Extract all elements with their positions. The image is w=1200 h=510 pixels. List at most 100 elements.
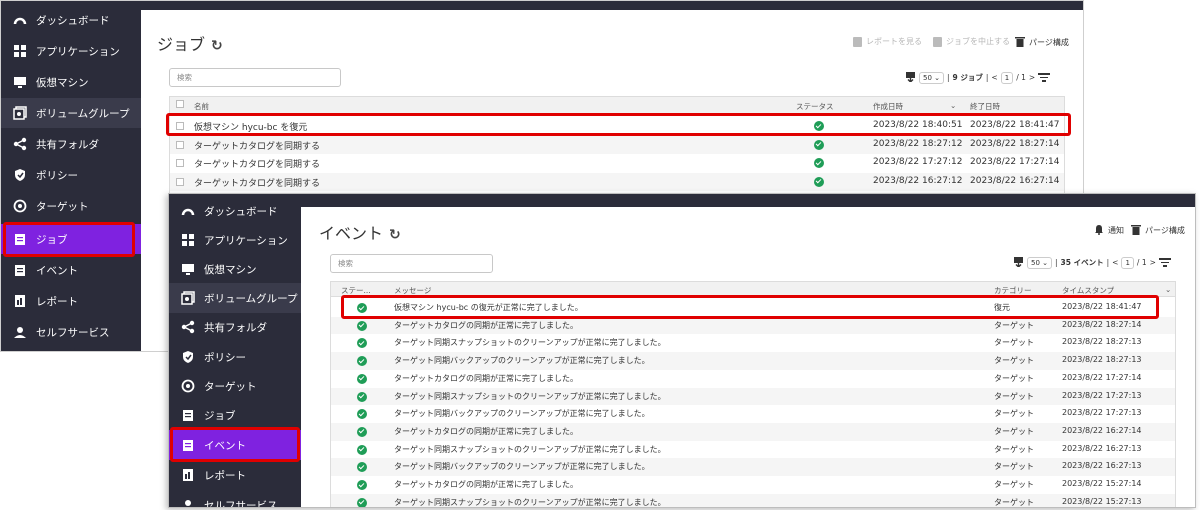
export-icon[interactable] — [1013, 256, 1024, 269]
filter-icon[interactable] — [1038, 73, 1051, 82]
sidebar-item-dashboard[interactable]: ダッシュボード — [1, 5, 141, 35]
sidebar-item-share[interactable]: 共有フォルダ — [1, 129, 141, 159]
stop-job-button[interactable]: ジョブを中止する — [933, 36, 1010, 47]
sidebar-item-reports[interactable]: レポート — [169, 460, 301, 490]
stop-icon — [933, 36, 942, 47]
table-row[interactable]: ターゲットカタログの同期が正常に完了しました。 ターゲット 2023/8/22 18… — [331, 316, 1175, 335]
column-name[interactable]: 名前 — [194, 101, 209, 112]
event-category: ターゲット — [994, 426, 1034, 436]
table-row[interactable]: ターゲットカタログを同期する 2023/8/22 16:27:12 2023/8… — [170, 172, 1064, 191]
shield-icon — [13, 168, 27, 182]
column-created[interactable]: 作成日時 — [873, 101, 903, 112]
table-row[interactable]: ターゲット同期スナップショットのクリーンアップが正常に完了しました。 ターゲット 2… — [331, 441, 1175, 459]
sidebar-item-vm[interactable]: 仮想マシン — [169, 254, 301, 284]
prev-page-icon[interactable]: < — [1112, 258, 1118, 267]
sidebar-item-label: セルフサービス — [36, 326, 110, 339]
event-category: ターゲット — [994, 480, 1034, 489]
sidebar-item-events[interactable]: イベント — [1, 255, 141, 285]
sidebar-item-reports[interactable]: レポート — [1, 286, 141, 316]
table-row[interactable]: ターゲット同期スナップショットのクリーンアップが正常に完了しました。 ターゲット 2… — [331, 334, 1175, 352]
purge-config-button[interactable]: パージ構成 — [1015, 36, 1069, 49]
event-message: ターゲット同期バックアップのクリーンアップが正常に完了しました。 — [394, 356, 650, 366]
page-input[interactable]: 1 — [1121, 256, 1134, 269]
event-timestamp: 2023/8/22 15:27:14 — [1062, 479, 1142, 488]
checkmark-icon — [814, 139, 824, 150]
trash-icon — [1131, 224, 1141, 237]
sidebar-item-label: 仮想マシン — [204, 263, 257, 276]
refresh-icon[interactable]: ↻ — [211, 38, 223, 54]
select-all-checkbox[interactable] — [176, 100, 184, 108]
table-row[interactable]: ターゲット同期バックアップのクリーンアップが正常に完了しました。 ターゲット 202… — [331, 352, 1175, 370]
table-row[interactable]: ターゲット同期バックアップのクリーンアップが正常に完了しました。 ターゲット 202… — [331, 405, 1175, 423]
page-title-text: イベント — [319, 224, 384, 243]
table-row[interactable]: ターゲットカタログを同期する 2023/8/22 18:27:12 2023/8… — [170, 135, 1064, 154]
sidebar-item-policy[interactable]: ポリシー — [1, 160, 141, 190]
filter-icon[interactable] — [1158, 258, 1171, 267]
notify-button[interactable]: 通知 — [1094, 224, 1124, 237]
sidebar-item-label: ダッシュボード — [36, 14, 110, 27]
row-checkbox[interactable] — [176, 159, 184, 167]
search-input[interactable]: 検索 — [330, 254, 493, 273]
monitor-icon — [181, 262, 195, 276]
next-page-icon[interactable]: > — [1029, 73, 1035, 82]
view-report-button[interactable]: レポートを見る — [853, 36, 922, 47]
sidebar-item-policy[interactable]: ポリシー — [169, 342, 301, 372]
table-row[interactable]: ターゲットカタログの同期が正常に完了しました。 ターゲット 2023/8/22 17… — [331, 370, 1175, 388]
row-checkbox[interactable] — [176, 140, 184, 149]
target-icon — [13, 199, 27, 213]
table-row[interactable]: ターゲット同期スナップショットのクリーンアップが正常に完了しました。 ターゲット 2… — [331, 493, 1175, 507]
event-timestamp: 2023/8/22 18:27:13 — [1062, 355, 1142, 365]
refresh-icon[interactable]: ↻ — [389, 227, 401, 243]
export-icon[interactable] — [905, 71, 916, 84]
column-status[interactable]: ステータス — [796, 101, 834, 112]
sidebar-item-selfservice[interactable]: セルフサービス — [1, 317, 141, 347]
events-screenshot: ダッシュボード アプリケーション 仮想マシン ボリュームグループ 共有フォルダ … — [168, 193, 1196, 508]
page-input[interactable]: 1 — [1000, 71, 1014, 84]
highlight-box — [170, 427, 300, 462]
page-size-select[interactable]: 50 ⌄ — [1027, 256, 1053, 269]
sidebar-item-selfservice[interactable]: セルフサービス — [169, 490, 301, 507]
sidebar-item-volume[interactable]: ボリュームグループ — [1, 98, 141, 128]
sidebar-item-volume[interactable]: ボリュームグループ — [169, 283, 301, 313]
sidebar-item-label: イベント — [36, 264, 78, 277]
search-input[interactable]: 検索 — [169, 68, 341, 87]
sidebar-item-dashboard[interactable]: ダッシュボード — [169, 196, 301, 226]
report-icon — [853, 36, 862, 47]
checkmark-icon — [357, 391, 367, 402]
table-row[interactable]: ターゲット同期バックアップのクリーンアップが正常に完了しました。 ターゲット 202… — [331, 458, 1175, 476]
sort-icon[interactable]: ⌄ — [950, 101, 956, 110]
job-name: ターゲットカタログを同期する — [194, 141, 321, 152]
sidebar-item-label: ボリュームグループ — [204, 292, 298, 305]
page-title-text: ジョブ — [157, 35, 206, 54]
event-message: ターゲットカタログの同期が正常に完了しました。 — [394, 373, 578, 383]
prev-page-icon[interactable]: < — [991, 73, 997, 82]
table-row[interactable]: ターゲット同期スナップショットのクリーンアップが正常に完了しました。 ターゲット 2… — [331, 387, 1175, 406]
column-ended[interactable]: 終了日時 — [970, 101, 1000, 112]
purge-config-label: パージ構成 — [1145, 226, 1185, 235]
sidebar-item-apps[interactable]: アプリケーション — [169, 225, 301, 255]
table-row[interactable]: ターゲットカタログの同期が正常に完了しました。 ターゲット 2023/8/22 16… — [331, 422, 1175, 441]
sidebar-item-jobs[interactable]: ジョブ — [169, 400, 301, 430]
target-icon — [181, 379, 195, 393]
sidebar-item-target[interactable]: ターゲット — [169, 371, 301, 401]
purge-config-button[interactable]: パージ構成 — [1131, 224, 1185, 237]
table-row[interactable]: ターゲットカタログを同期する 2023/8/22 17:27:12 2023/8… — [170, 154, 1064, 172]
sidebar-item-label: ジョブ — [204, 409, 236, 422]
sidebar-item-label: ターゲット — [204, 380, 257, 393]
next-page-icon[interactable]: > — [1150, 258, 1156, 267]
row-checkbox[interactable] — [176, 177, 184, 186]
sidebar-item-vm[interactable]: 仮想マシン — [1, 67, 141, 97]
table-row[interactable]: ターゲットカタログの同期が正常に完了しました。 ターゲット 2023/8/22 15… — [331, 476, 1175, 494]
page-size-select[interactable]: 50 ⌄ — [919, 71, 945, 84]
page-title: イベント ↻ — [319, 220, 401, 244]
chevron-down-icon[interactable]: ⌄ — [1165, 285, 1171, 294]
event-timestamp: 2023/8/22 17:27:13 — [1062, 390, 1142, 400]
sidebar-item-target[interactable]: ターゲット — [1, 191, 141, 221]
page-size-value: 50 — [1031, 258, 1040, 267]
sidebar-item-share[interactable]: 共有フォルダ — [169, 312, 301, 342]
sidebar-item-apps[interactable]: アプリケーション — [1, 36, 141, 66]
purge-config-label: パージ構成 — [1029, 38, 1069, 47]
checkmark-icon — [814, 176, 824, 187]
checkmark-icon — [357, 426, 367, 437]
checkmark-icon — [357, 497, 367, 507]
